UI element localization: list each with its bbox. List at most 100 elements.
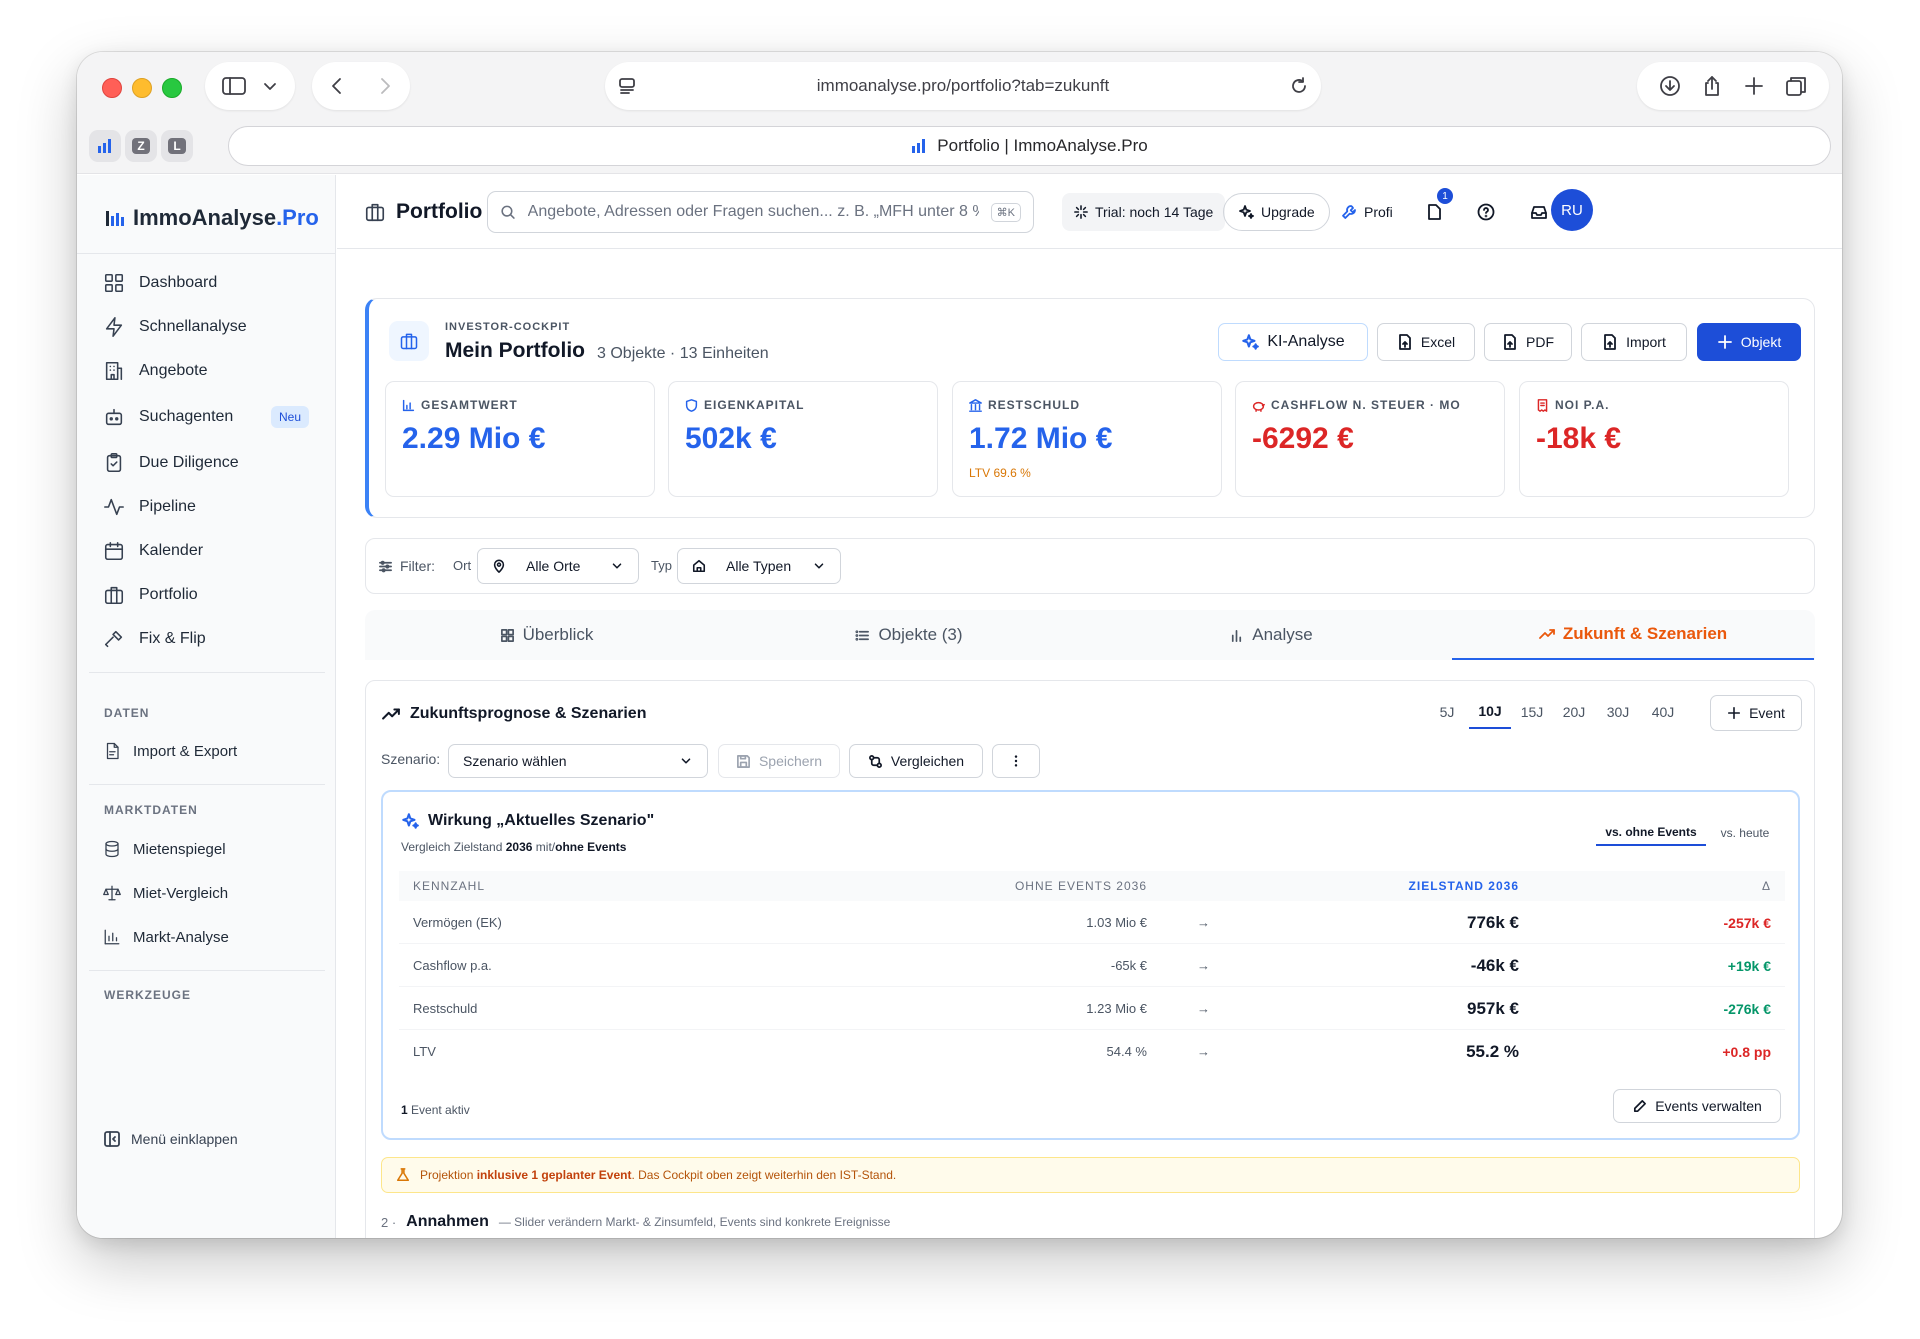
minimize-window-button[interactable]	[132, 78, 152, 98]
section-label-werkzeuge: WERKZEUGE	[104, 988, 191, 1002]
profile-label: Profi	[1364, 204, 1393, 220]
horizon-15j[interactable]: 15J	[1514, 695, 1550, 729]
seg-vs-heute[interactable]: vs. heute	[1713, 820, 1777, 846]
tab-ueberblick[interactable]: Überblick	[365, 610, 728, 660]
import-button[interactable]: Import	[1581, 323, 1687, 361]
address-bar[interactable]: immoanalyse.pro/portfolio?tab=zukunft	[605, 62, 1321, 110]
new-badge: Neu	[271, 406, 310, 428]
row-ohne: 54.4 %	[1106, 1044, 1147, 1059]
page-settings-icon[interactable]	[617, 76, 637, 96]
back-icon[interactable]	[326, 75, 348, 97]
share-icon[interactable]	[1700, 74, 1724, 98]
row-name: Cashflow p.a.	[413, 958, 492, 973]
sidebar-item-schnellanalyse[interactable]: Schnellanalyse	[103, 312, 247, 342]
download-icon[interactable]	[1658, 74, 1682, 98]
kpi-value: 502k €	[685, 422, 777, 455]
kpi-card-restschuld: RESTSCHULD 1.72 Mio € LTV 69.6 %	[952, 381, 1222, 497]
sidebar-item-portfolio[interactable]: Portfolio	[103, 580, 198, 610]
table-row: Vermögen (EK) 1.03 Mio € → 776k € -257k …	[399, 901, 1785, 944]
sidebar-item-kalender[interactable]: Kalender	[103, 536, 203, 566]
kpi-label: EIGENKAPITAL	[685, 398, 804, 412]
ki-analyse-button[interactable]: KI-Analyse	[1218, 323, 1368, 361]
sidebar-item-label: Kalender	[139, 542, 204, 559]
save-scenario-button[interactable]: Speichern	[718, 744, 840, 778]
forward-icon[interactable]	[374, 75, 396, 97]
close-window-button[interactable]	[102, 78, 122, 98]
projection-note: Projektion inklusive 1 geplanter Event. …	[381, 1157, 1800, 1193]
zoom-window-button[interactable]	[162, 78, 182, 98]
inbox-button[interactable]	[1530, 193, 1548, 231]
seg-vs-ohne-events[interactable]: vs. ohne Events	[1596, 820, 1706, 846]
sidebar-item-miet-vergleich[interactable]: Miet-Vergleich	[103, 878, 228, 908]
horizon-30j[interactable]: 30J	[1600, 695, 1636, 729]
more-options-button[interactable]	[992, 744, 1040, 778]
notifications-button[interactable]: 1	[1425, 188, 1453, 231]
horizon-20j[interactable]: 20J	[1556, 695, 1592, 729]
horizon-40j[interactable]: 40J	[1645, 695, 1681, 729]
favicon-z[interactable]: Z	[125, 130, 157, 162]
sidebar-item-fix-flip[interactable]: Fix & Flip	[103, 624, 206, 654]
arrow-right-icon: →	[1197, 1001, 1210, 1016]
reload-icon[interactable]	[1289, 76, 1309, 96]
pdf-export-button[interactable]: PDF	[1484, 323, 1572, 361]
sidebar-item-mietenspiegel[interactable]: Mietenspiegel	[103, 834, 226, 864]
user-avatar[interactable]: RU	[1551, 189, 1593, 231]
sidebar-toggle-button[interactable]	[205, 62, 295, 110]
flask-icon	[396, 1168, 410, 1182]
section-label-daten: DATEN	[104, 706, 150, 720]
ort-select[interactable]: Alle Orte	[477, 548, 639, 584]
upgrade-button[interactable]: Upgrade	[1223, 193, 1330, 231]
arrow-right-icon: →	[1197, 1044, 1210, 1059]
add-event-button[interactable]: Event	[1710, 695, 1802, 731]
row-ziel: 776k €	[1467, 912, 1519, 932]
wrench-icon	[1342, 205, 1356, 219]
dashboard-icon	[104, 273, 124, 293]
sidebar-item-label: Mietenspiegel	[133, 840, 226, 858]
tabs-overview-icon[interactable]	[1784, 74, 1808, 98]
impact-sub-year: 2036	[505, 840, 533, 854]
favicon-immoanalyse[interactable]	[89, 130, 121, 162]
sidebar-item-pipeline[interactable]: Pipeline	[103, 492, 196, 522]
sidebar-item-import-export[interactable]: Import & Export	[103, 736, 237, 766]
compare-button[interactable]: Vergleichen	[849, 744, 983, 778]
sidebar-item-due-diligence[interactable]: Due Diligence	[103, 448, 239, 478]
horizon-5j[interactable]: 5J	[1431, 695, 1463, 729]
trial-badge[interactable]: Trial: noch 14 Tage	[1062, 193, 1226, 231]
briefcase-icon	[104, 586, 124, 605]
add-object-button[interactable]: Objekt	[1697, 323, 1801, 361]
assumptions-number: 2 ·	[381, 1214, 397, 1230]
tab-analyse[interactable]: Analyse	[1090, 610, 1452, 660]
sidebar-item-suchagenten[interactable]: Suchagenten	[103, 402, 233, 432]
profile-button[interactable]: Profi	[1341, 193, 1393, 231]
scenario-label: Szenario:	[381, 751, 441, 767]
manage-events-label: Events verwalten	[1655, 1098, 1762, 1114]
favicon-l[interactable]: L	[161, 130, 193, 162]
bot-icon	[105, 408, 123, 426]
new-tab-icon[interactable]	[1742, 74, 1766, 98]
collapse-menu-button[interactable]: Menü einklappen	[103, 1130, 238, 1148]
receipt-icon	[1537, 398, 1548, 412]
kpi-value: 2.29 Mio €	[402, 422, 546, 455]
manage-events-button[interactable]: Events verwalten	[1613, 1089, 1781, 1123]
sidebar-item-angebote[interactable]: Angebote	[103, 356, 208, 386]
sidebar-item-markt-analyse[interactable]: Markt-Analyse	[103, 922, 229, 952]
horizon-10j[interactable]: 10J	[1469, 695, 1511, 729]
bar-chart-icon	[1232, 629, 1242, 642]
sidebar-item-dashboard[interactable]: Dashboard	[103, 268, 217, 298]
sidebar-item-label: Markt-Analyse	[133, 928, 229, 946]
filter-label-text: Filter:	[400, 558, 435, 574]
row-ziel: 55.2 %	[1466, 1041, 1519, 1061]
map-pin-icon	[493, 559, 505, 573]
app-logo[interactable]: ImmoAnalyse .Pro	[105, 205, 319, 231]
help-button[interactable]	[1477, 193, 1495, 231]
scenario-select[interactable]: Szenario wählen	[448, 744, 708, 778]
typ-select[interactable]: Alle Typen	[677, 548, 841, 584]
browser-window: immoanalyse.pro/portfolio?tab=zukunft Z …	[77, 52, 1842, 1238]
excel-export-button[interactable]: Excel	[1377, 323, 1475, 361]
tab-objekte[interactable]: Objekte (3)	[728, 610, 1090, 660]
global-search-input[interactable]: Angebote, Adressen oder Fragen suchen...…	[487, 191, 1034, 233]
active-browser-tab[interactable]: Portfolio | ImmoAnalyse.Pro	[228, 126, 1831, 166]
row-delta: -257k €	[1723, 914, 1771, 931]
tab-zukunft-szenarien[interactable]: Zukunft & Szenarien	[1452, 610, 1814, 660]
search-shortcut: ⌘K	[990, 202, 1021, 222]
